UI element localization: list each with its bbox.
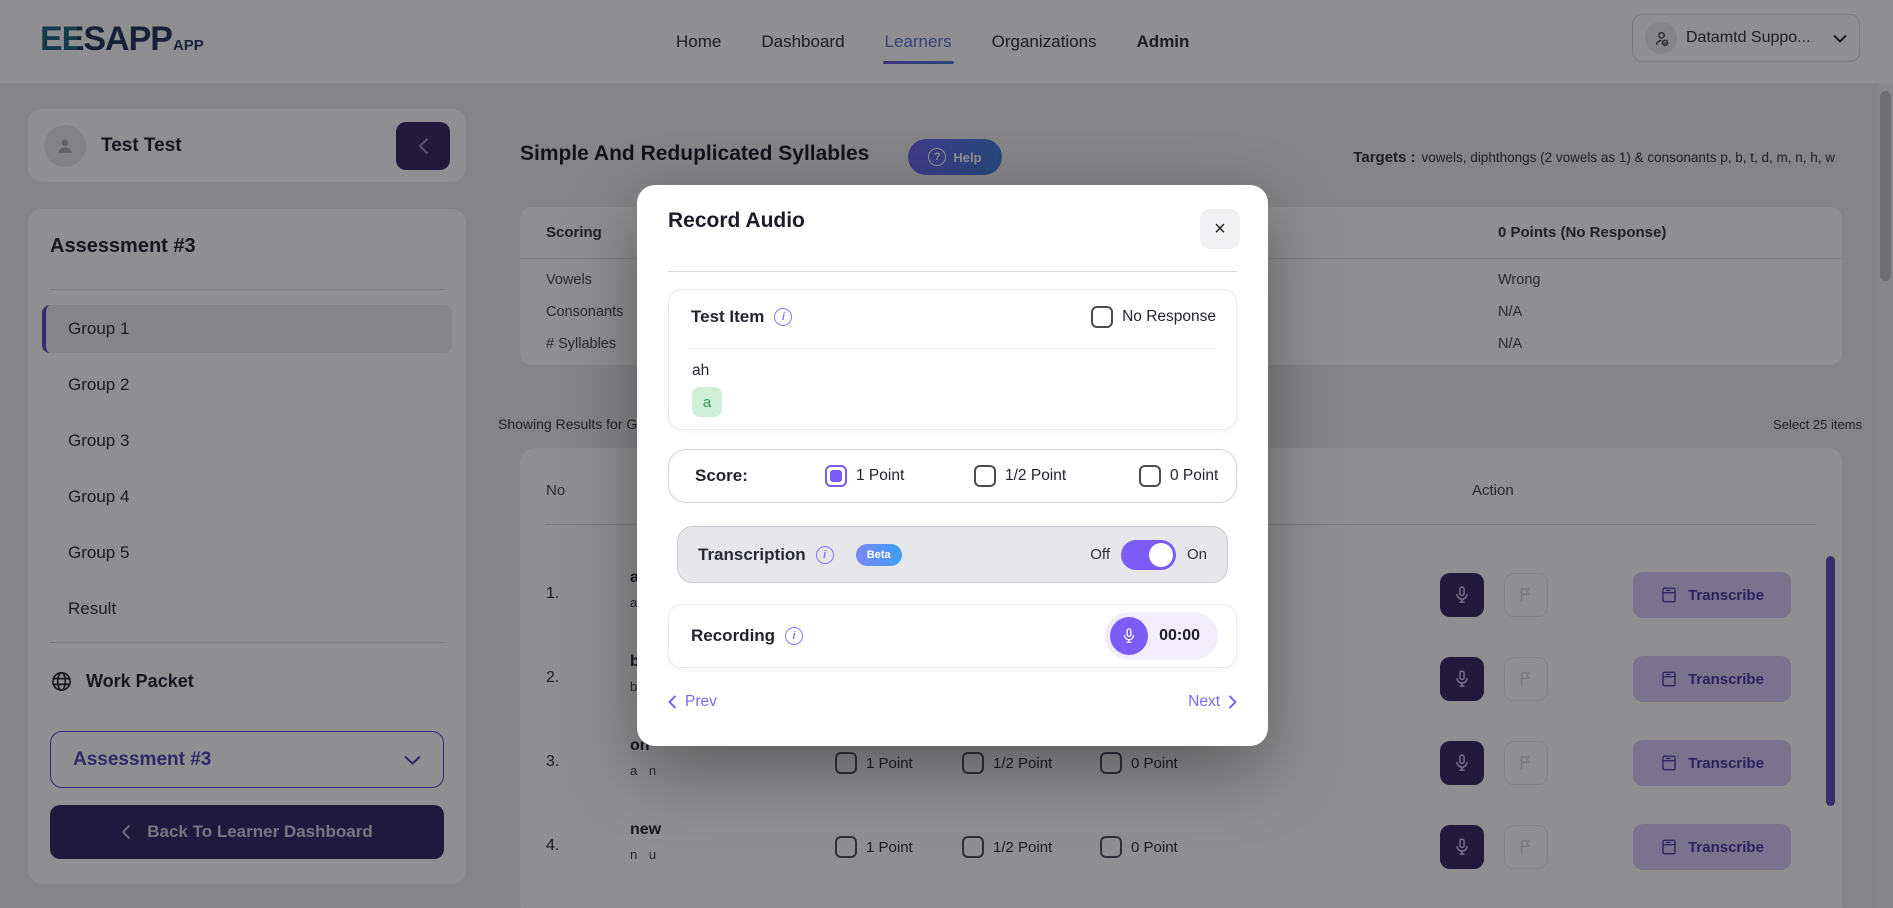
record-button[interactable] bbox=[1110, 617, 1148, 655]
record-audio-modal: Record Audio × Test Item i No Response a… bbox=[637, 185, 1268, 746]
score-option-1point: 1 Point bbox=[825, 465, 904, 487]
phoneme-badge: a bbox=[692, 387, 722, 417]
info-icon[interactable]: i bbox=[816, 546, 834, 564]
recording-label: Recording bbox=[691, 626, 775, 646]
toggle-knob bbox=[1149, 543, 1173, 567]
microphone-icon bbox=[1120, 627, 1138, 645]
score-card: Score: 1 Point 1/2 Point 0 Point bbox=[668, 449, 1237, 503]
no-response-option: No Response bbox=[1091, 306, 1216, 328]
test-item-card: Test Item i No Response ah a bbox=[668, 289, 1237, 430]
beta-badge: Beta bbox=[856, 544, 902, 566]
score-label: Score: bbox=[695, 466, 748, 486]
info-icon[interactable]: i bbox=[774, 308, 792, 326]
transcription-label: Transcription bbox=[698, 545, 806, 565]
chevron-right-icon bbox=[1228, 695, 1237, 709]
toggle-on-label: On bbox=[1187, 546, 1207, 563]
prev-button[interactable]: Prev bbox=[668, 693, 717, 711]
app-window: EESAPP APP Home Dashboard Learners Organ… bbox=[0, 0, 1893, 908]
recording-timer: 00:00 bbox=[1159, 627, 1200, 645]
recording-card: Recording i 00:00 bbox=[668, 604, 1237, 668]
score-checkbox-checked[interactable] bbox=[825, 465, 847, 487]
test-item-label: Test Item bbox=[691, 307, 764, 327]
score-checkbox[interactable] bbox=[974, 465, 996, 487]
modal-title: Record Audio bbox=[668, 209, 805, 233]
test-item-word: ah bbox=[692, 362, 709, 380]
score-option-0point: 0 Point bbox=[1139, 465, 1218, 487]
next-button[interactable]: Next bbox=[1188, 693, 1237, 711]
close-icon[interactable]: × bbox=[1200, 209, 1240, 249]
no-response-checkbox[interactable] bbox=[1091, 306, 1113, 328]
divider bbox=[689, 348, 1216, 349]
chevron-left-icon bbox=[668, 695, 677, 709]
score-checkbox[interactable] bbox=[1139, 465, 1161, 487]
score-option-halfpoint: 1/2 Point bbox=[974, 465, 1066, 487]
divider bbox=[668, 271, 1237, 272]
no-response-label: No Response bbox=[1122, 308, 1216, 326]
recording-control: 00:00 bbox=[1105, 612, 1218, 660]
transcription-bar: Transcription i Beta Off On bbox=[677, 526, 1228, 583]
toggle-off-label: Off bbox=[1090, 546, 1110, 563]
transcription-toggle[interactable] bbox=[1121, 540, 1176, 570]
info-icon[interactable]: i bbox=[785, 627, 803, 645]
